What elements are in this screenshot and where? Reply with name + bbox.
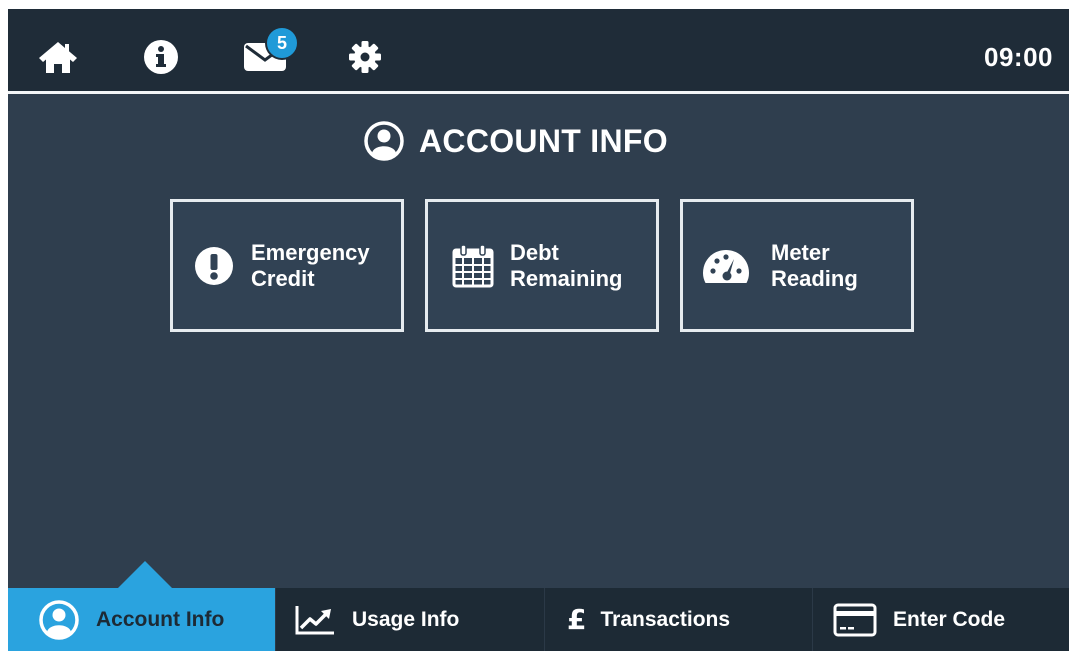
debt-remaining-label: Debt Remaining bbox=[510, 239, 623, 291]
pound-icon: £ bbox=[567, 603, 587, 636]
settings-icon[interactable] bbox=[343, 35, 387, 79]
tab-transactions[interactable]: £ Transactions bbox=[545, 588, 813, 651]
home-icon[interactable] bbox=[36, 35, 80, 79]
tab-transactions-label: Transactions bbox=[600, 607, 731, 631]
active-tab-pointer bbox=[118, 561, 172, 588]
meter-reading-label: Meter Reading bbox=[771, 239, 858, 291]
emergency-credit-button[interactable]: Emergency Credit bbox=[170, 199, 404, 332]
gauge-icon bbox=[701, 241, 751, 291]
emergency-credit-label: Emergency Credit bbox=[251, 239, 370, 291]
clock-time: 09:00 bbox=[984, 42, 1053, 72]
top-bar: 5 09:00 bbox=[8, 9, 1069, 91]
tab-account-info-label: Account Info bbox=[96, 607, 225, 631]
card-icon bbox=[833, 603, 877, 636]
tab-enter-code-label: Enter Code bbox=[893, 607, 1006, 631]
mail-badge: 5 bbox=[265, 26, 299, 60]
calendar-icon bbox=[448, 241, 498, 291]
debt-remaining-button[interactable]: Debt Remaining bbox=[425, 199, 659, 332]
device-screen: 5 09:00 ACCOUNT INFO Emergency Credit De… bbox=[8, 9, 1069, 651]
meter-reading-button[interactable]: Meter Reading bbox=[680, 199, 914, 332]
tab-usage-info[interactable]: Usage Info bbox=[276, 588, 545, 651]
info-icon[interactable] bbox=[139, 35, 183, 79]
exclamation-circle-icon bbox=[189, 241, 239, 291]
bottom-nav: Account Info Usage Info £ Transactions E… bbox=[8, 588, 1069, 651]
tab-account-info[interactable]: Account Info bbox=[8, 588, 276, 651]
user-circle-icon bbox=[364, 121, 404, 161]
user-circle-icon bbox=[39, 599, 79, 640]
topbar-divider bbox=[8, 91, 1069, 94]
page-heading: ACCOUNT INFO bbox=[363, 119, 668, 163]
tab-usage-info-label: Usage Info bbox=[352, 607, 460, 631]
page-title: ACCOUNT INFO bbox=[419, 122, 668, 159]
line-chart-icon bbox=[295, 605, 334, 634]
tab-enter-code[interactable]: Enter Code bbox=[813, 588, 1069, 651]
